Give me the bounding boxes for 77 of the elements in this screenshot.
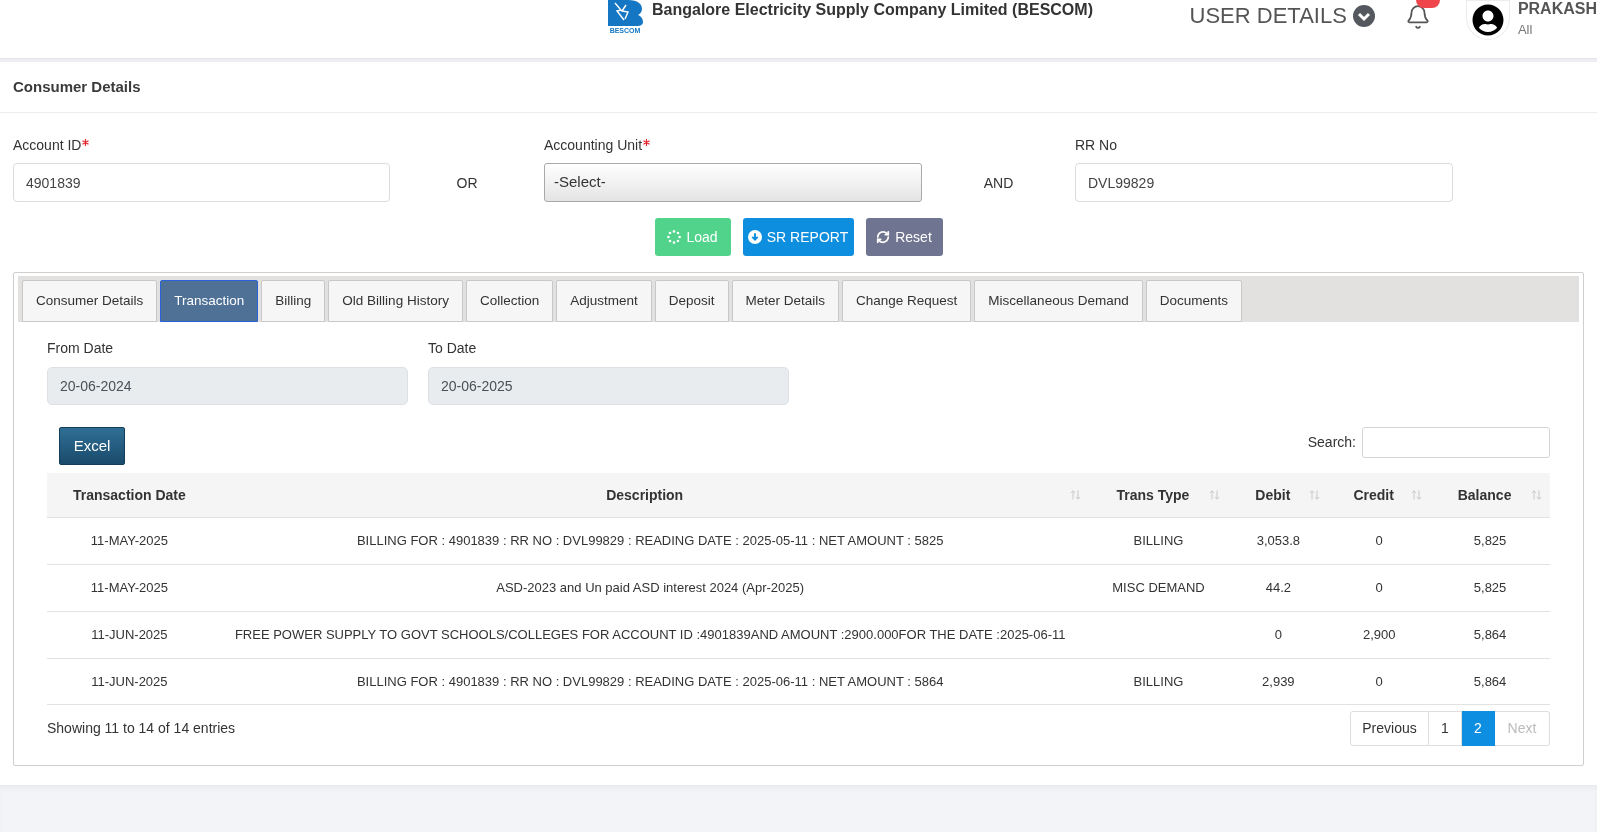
tab[interactable]: Deposit <box>654 280 729 322</box>
column-header[interactable]: Credit <box>1353 484 1394 506</box>
date-input[interactable]: 20-06-2024 <box>47 367 408 405</box>
search-input[interactable] <box>1362 427 1550 458</box>
table-cell-text: 2,900 <box>1362 626 1396 645</box>
table-cell-text: BILLING FOR : 4901839 : RR NO : DVL99829 : READING DATE : 2025-06-11 : NET AMOUNT : 5864 <box>356 672 944 691</box>
column-header[interactable]: Trans Type <box>1116 484 1190 506</box>
tab[interactable]: Documents <box>1145 280 1242 322</box>
table-cell-text: 0 <box>1274 626 1282 645</box>
table-cell-text: FREE POWER SUPPLY TO GOVT SCHOOLS/COLLEGES FOR ACCOUNT ID :4901839AND AMOUNT :2900.000FOR THE DATE :2025-06-11 <box>234 626 1066 645</box>
user-details-menu[interactable]: USER DETAILS <box>1189 3 1375 29</box>
field-label: RR No <box>1075 136 1117 155</box>
bell-icon[interactable] <box>1404 4 1431 30</box>
reset-button[interactable]: Reset <box>865 218 943 256</box>
connector-text: AND <box>983 174 1014 193</box>
tab[interactable]: Change Request <box>842 280 972 322</box>
search-label: Search: <box>1307 433 1356 452</box>
table-cell-text: 0 <box>1375 532 1383 551</box>
table-cell-text: 5,864 <box>1473 672 1507 691</box>
page-button[interactable]: 2 <box>1462 711 1495 746</box>
entries-info: Showing 11 to 14 of 14 entries <box>47 719 236 738</box>
text-input[interactable]: DVL99829 <box>1075 163 1453 202</box>
table-cell-text: MISC DEMAND <box>1112 579 1205 598</box>
refresh-icon <box>876 230 891 244</box>
table-cell-text: 3,053.8 <box>1256 532 1301 551</box>
excel-button[interactable]: Excel <box>59 427 125 465</box>
table-cell-text: 11-JUN-2025 <box>91 626 168 645</box>
tab[interactable]: Transaction <box>160 280 259 322</box>
select-dropdown[interactable]: -Select- <box>544 163 922 202</box>
tab[interactable]: Adjustment <box>556 280 652 322</box>
previous-page-button[interactable]: Previous <box>1350 711 1429 746</box>
date-label: To Date <box>428 339 478 358</box>
tab[interactable]: Consumer Details <box>22 280 158 322</box>
sort-icon[interactable] <box>1309 490 1321 500</box>
sort-icon[interactable] <box>1531 490 1542 500</box>
column-header[interactable]: Description <box>606 484 684 506</box>
tab[interactable]: Miscellaneous Demand <box>974 280 1143 322</box>
download-circle-icon <box>747 230 762 244</box>
table-cell-text: 5,825 <box>1473 579 1507 598</box>
column-header[interactable]: Transaction Date <box>72 484 186 506</box>
tab[interactable]: Old Billing History <box>328 280 463 322</box>
column-header[interactable]: Debit <box>1255 484 1291 506</box>
table-cell-text: 0 <box>1375 579 1383 598</box>
table-cell-text: 11-MAY-2025 <box>90 532 168 551</box>
sort-icon[interactable] <box>1411 490 1423 500</box>
table-cell-text: 2,939 <box>1262 672 1295 691</box>
date-input[interactable]: 20-06-2025 <box>428 367 789 405</box>
table-cell-text: 11-MAY-2025 <box>90 579 168 598</box>
table-cell-text: BILLING FOR : 4901839 : RR NO : DVL99829 : READING DATE : 2025-05-11 : NET AMOUNT : 5825 <box>356 532 944 551</box>
user-role: All <box>1517 22 1534 38</box>
table-cell-text: 11-JUN-2025 <box>91 672 168 691</box>
field-label: Account ID <box>13 136 82 155</box>
spinner-icon <box>667 230 682 244</box>
table-cell-text: 0 <box>1375 672 1383 691</box>
tab[interactable]: Billing <box>261 280 326 322</box>
table-cell-text: ASD-2023 and Un paid ASD interest 2024 (Apr-2025) <box>496 579 805 598</box>
date-label: From Date <box>47 339 115 358</box>
field-label: Accounting Unit <box>544 136 643 155</box>
user-name: PRAKASH <box>1517 0 1597 18</box>
sort-icon[interactable] <box>1069 490 1081 500</box>
company-title: Bangalore Electricity Supply Company Limited (BESCOM) <box>652 0 1093 19</box>
table-cell-text: 44.2 <box>1265 579 1291 598</box>
page-button[interactable]: 1 <box>1429 711 1462 746</box>
sort-icon[interactable] <box>1209 490 1221 500</box>
tab[interactable]: Meter Details <box>731 280 840 322</box>
sr-report-button[interactable]: SR REPORT <box>742 218 854 256</box>
column-header[interactable]: Balance <box>1457 484 1512 506</box>
connector-text: OR <box>456 174 478 193</box>
table-cell-text: 5,825 <box>1473 532 1507 551</box>
table-cell-text: 5,864 <box>1473 626 1507 645</box>
table-cell-text: BILLING <box>1133 672 1184 691</box>
tab[interactable]: Collection <box>465 280 554 322</box>
section-title: Consumer Details <box>13 76 141 97</box>
chevron-down-icon <box>1352 5 1375 27</box>
text-input[interactable]: 4901839 <box>13 163 390 202</box>
avatar-icon[interactable] <box>1465 0 1510 40</box>
table-cell-text: BILLING <box>1133 532 1184 551</box>
